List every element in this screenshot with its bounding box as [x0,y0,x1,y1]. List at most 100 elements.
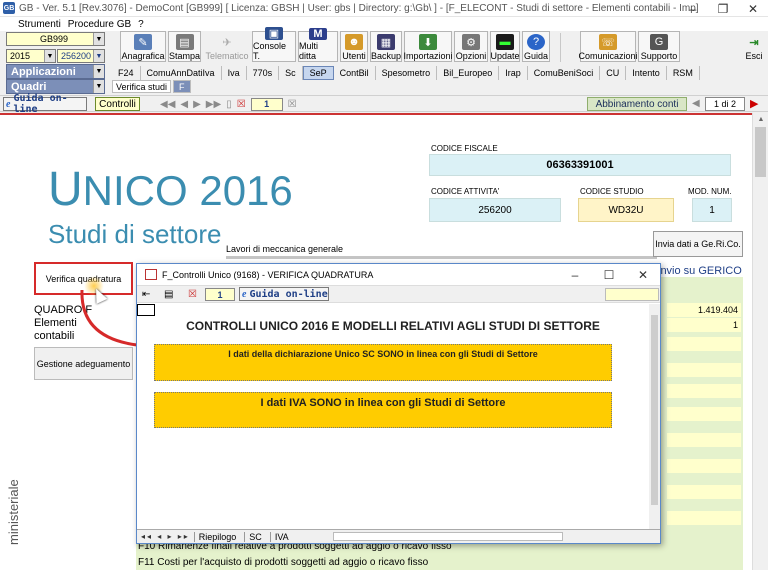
subtab-f[interactable]: F [173,80,191,93]
tab-bil-europeo[interactable]: Bil_Europeo [437,66,500,80]
telematico-button[interactable]: ✈ Telematico [204,31,250,62]
value-field-9[interactable] [667,485,741,499]
applicazioni-select[interactable]: Applicazioni ▼ [6,64,105,79]
update-button[interactable]: ▬ Update [490,31,520,62]
value-field-7[interactable] [667,433,741,447]
dialog-search-field[interactable] [605,288,659,301]
multi-ditta-button[interactable]: M Multi ditta [298,28,338,62]
code-select[interactable]: 256200 - ▼ [57,49,105,63]
value-field-2[interactable]: 1 [667,318,741,332]
first-record-icon[interactable]: ◀◀ [160,99,175,110]
esci-button[interactable]: ⇥ Esci [742,31,766,62]
codice-fiscale-field[interactable]: 06363391001 [429,154,731,176]
horizontal-scrollbar[interactable] [332,532,563,541]
menu-procedure-gb[interactable]: Procedure GB [68,19,131,30]
codice-attivita-field[interactable]: 256200 [429,198,561,222]
dialog-close-button[interactable]: ✕ [626,264,660,285]
subtab-verifica-studi[interactable]: Verifica studi [112,80,172,93]
dialog-maximize-button[interactable]: ☐ [592,264,626,285]
guida-online-button[interactable]: e Guida on-line [3,93,87,115]
printer-icon[interactable]: ▤ [164,289,173,300]
supporto-button[interactable]: G Supporto [638,31,680,62]
company-select[interactable]: GB999 ▼ [6,32,105,46]
scrollbar-thumb[interactable] [755,127,766,177]
exit-form-icon[interactable]: ⇤ [142,289,150,300]
guida-button[interactable]: ? Guida [522,31,550,62]
console-button[interactable]: ▣ Console T. [252,27,296,62]
dialog-guida-online-button[interactable]: e Guida on-line [239,287,329,301]
value-field-4[interactable] [667,363,741,377]
minimize-button[interactable]: – [678,0,708,17]
value-field-6[interactable] [667,407,741,421]
toolbar-separator [560,33,561,62]
importazioni-label: Importazioni [403,51,453,61]
delete-icon[interactable]: ☒ [188,289,197,300]
anagrafica-button[interactable]: ✎ Anagrafica [120,31,166,62]
cell-selector[interactable] [137,304,155,316]
menu-help[interactable]: ? [138,19,144,30]
sheet-tab-riepilogo[interactable]: Riepilogo [193,531,241,542]
tab-intento[interactable]: Intento [626,66,667,80]
page-prev-icon[interactable]: ◀ [692,98,700,109]
comunicazioni-button[interactable]: ☏ Comunicazioni [578,31,638,62]
tab-irap[interactable]: Irap [499,66,528,80]
record-navigator: ◀◀ ◀ ▶ ▶▶ ▯ ☒ 1 ☒ [160,97,297,111]
tab-rsm[interactable]: RSM [667,66,700,80]
codice-studio-field[interactable]: WD32U [578,198,674,222]
year-select[interactable]: 2015 ▼ [6,49,56,63]
record-number[interactable]: 1 [250,97,283,111]
dialog-title: F_Controlli Unico (9168) - VERIFICA QUAD… [162,269,374,280]
quadri-label: Quadri [11,80,47,93]
tab-770s[interactable]: 770s [247,66,280,80]
value-field-8[interactable] [667,459,741,473]
delete-record-icon[interactable]: ☒ [237,99,246,110]
utenti-button[interactable]: ☻ Utenti [340,31,368,62]
controlli-button[interactable]: Controlli [95,97,140,111]
dialog-toolbar: ⇤ ▤ ☒ 1 e Guida on-line [137,285,660,303]
dialog-minimize-button[interactable]: – [558,264,592,285]
value-field-5[interactable] [667,384,741,398]
console-icon: ▣ [265,27,283,40]
value-field-10[interactable] [667,511,741,525]
tab-iva[interactable]: Iva [222,66,247,80]
chevron-down-icon: ▼ [44,50,55,62]
add-record-icon[interactable]: ▯ [226,99,232,110]
tab-contbil[interactable]: ContBil [334,66,376,80]
close-button[interactable]: ✕ [738,0,768,17]
sheet-tab-sc[interactable]: SC [244,531,266,542]
sheet-tab-iva[interactable]: IVA [269,531,293,542]
tab-comubenisoci[interactable]: ComuBeniSoci [528,66,601,80]
abbinamento-conti-button[interactable]: Abbinamento conti [587,97,687,111]
tab-sep[interactable]: SeP [302,66,334,80]
tab-cu[interactable]: CU [600,66,627,80]
tab-comuanndatiiva[interactable]: ComuAnnDatiIva [141,66,222,80]
menu-strumenti[interactable]: Strumenti [18,19,61,30]
prev-record-icon[interactable]: ◀ [180,99,188,110]
dialog-scrollbar-thumb[interactable] [651,315,658,505]
sheet-nav[interactable]: ◂◂ ◂ ▸ ▸▸ [141,532,190,541]
mod-num-field[interactable]: 1 [692,198,732,222]
importazioni-button[interactable]: ⬇ Importazioni [403,31,453,62]
value-field-3[interactable] [667,337,741,351]
tab-sc[interactable]: Sc [279,66,303,80]
cancel-icon[interactable]: ☒ [288,99,297,110]
quadri-select[interactable]: Quadri ▼ [6,79,105,94]
scroll-up-icon[interactable]: ▲ [753,113,768,125]
restore-button[interactable]: ❐ [708,0,738,17]
next-record-icon[interactable]: ▶ [193,99,201,110]
update-label: Update [490,51,520,61]
value-field-1[interactable]: 1.419.404 [667,303,741,317]
stampa-button[interactable]: ▤ Stampa [168,31,201,62]
last-record-icon[interactable]: ▶▶ [206,99,221,110]
dialog-scrollbar[interactable] [649,304,660,529]
multi-ditta-label: Multi ditta [299,41,319,61]
dialog-record-number[interactable]: 1 [205,288,235,301]
form-scrollbar[interactable]: ▲ [752,113,768,570]
tab-spesometro[interactable]: Spesometro [376,66,438,80]
opzioni-button[interactable]: ⚙ Opzioni [454,31,488,62]
anagrafica-label: Anagrafica [121,51,165,61]
page-next-icon[interactable]: ▶ [750,97,758,110]
invia-gerico-button[interactable]: Invia dati a Ge.Ri.Co. [653,231,743,257]
tab-f24[interactable]: F24 [112,66,141,80]
backup-button[interactable]: ▦ Backup [370,31,402,62]
